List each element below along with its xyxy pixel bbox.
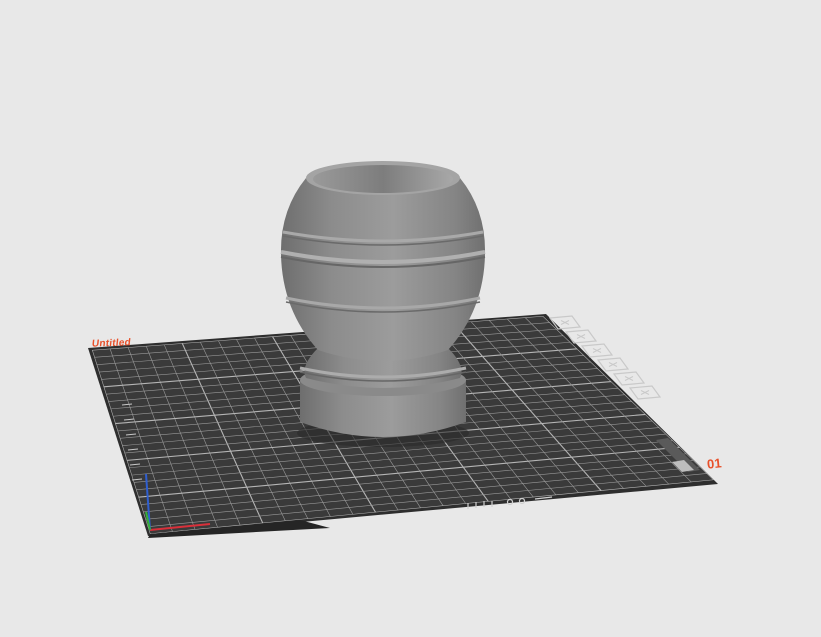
model-body (280, 178, 486, 361)
pick-icon-glyph (640, 390, 650, 395)
orient-icon-glyph (608, 362, 618, 367)
3d-viewport[interactable] (0, 0, 821, 637)
lock-icon-glyph (576, 334, 586, 339)
plate-number-label: 01 (706, 455, 723, 472)
pick-button[interactable] (628, 385, 662, 400)
model-opening (313, 165, 453, 193)
settings-button[interactable] (612, 371, 646, 386)
close-icon-glyph (560, 320, 570, 325)
arrange-icon-glyph (592, 348, 602, 353)
orient-button[interactable] (596, 357, 630, 372)
plate-name-label[interactable]: Untitled (91, 337, 131, 349)
settings-icon-glyph (624, 376, 634, 381)
vase-model[interactable] (280, 161, 486, 447)
